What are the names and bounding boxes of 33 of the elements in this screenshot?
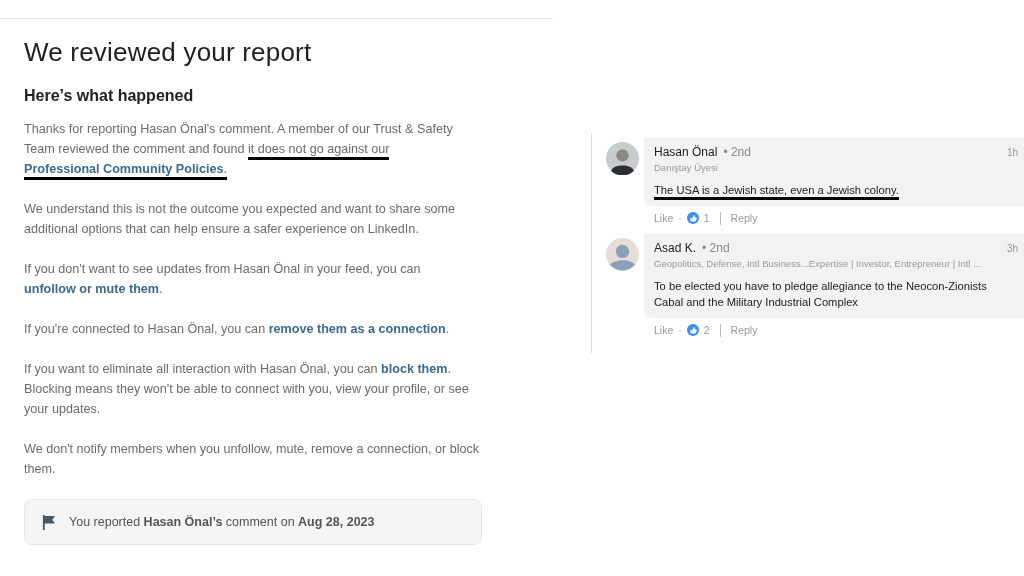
section-heading: Here’s what happened (24, 87, 195, 105)
like-link[interactable]: Like (654, 324, 674, 336)
paragraph: If you want to eliminate all interaction with Hasan Önal, you can block them. Blocking means they won't be able to connect with you, view your profile, or see your updates. (24, 361, 470, 418)
author-headline: Geopolitics, Defense, Intl Business...Expertise | Investor, Entrepreneur | Intl ... (654, 258, 983, 269)
reaction-count: 1 (703, 212, 710, 224)
comment-text: To be elected you have to pledge allegiance to the Neocon-Zionists Cabal and the Military Industrial Complex (654, 279, 988, 310)
policy-link[interactable]: block them (381, 362, 448, 376)
comment-text: The USA is a Jewish state, even a Jewish colony. (654, 182, 1018, 198)
author-name[interactable]: Hasan Önal (654, 145, 718, 159)
paragraph: Thanks for reporting Hasan Önal's comment. A member of our Trust & Safety Team reviewed the comment and found it does not go against our Professional Community Policies. (24, 119, 480, 179)
like-link[interactable]: Like (654, 212, 674, 224)
flag-icon (41, 513, 56, 531)
avatar-icon[interactable] (606, 142, 639, 175)
like-reaction-icon (686, 324, 699, 336)
page-title: We reviewed your report (24, 37, 313, 68)
notice-text: You reported Hasan Önal’s comment on Aug 28, 2023 (69, 515, 375, 529)
like-reaction-icon (686, 212, 699, 224)
comment-time: 1h (1006, 147, 1018, 158)
separator-dot: · (678, 324, 682, 336)
reply-link[interactable]: Reply (730, 212, 758, 224)
connection-degree: • 2nd (723, 145, 751, 159)
paragraph: If you're connected to Hasan Önal, you can remove them as a connection. (24, 321, 451, 338)
connection-degree: • 2nd (702, 241, 730, 255)
paragraph: If you don't want to see updates from Hasan Önal in your feed, you can unfollow or mute them. (24, 261, 422, 298)
author-name[interactable]: Asad K. (654, 241, 697, 255)
paragraph: We understand this is not the outcome you expected and want to share some additional options that can help ensure a safer experience on LinkedIn. (24, 201, 456, 238)
author-headline: Danıştay Üyesi (654, 162, 719, 173)
policy-link[interactable]: remove them as a connection (268, 322, 446, 336)
paragraph: We don't notify members when you unfollow, mute, remove a connection, or block them. (24, 441, 480, 478)
reaction-count: 2 (703, 324, 710, 336)
reply-link[interactable]: Reply (730, 324, 758, 336)
separator-dot: · (678, 212, 682, 224)
comment-time: 3h (1006, 243, 1018, 254)
